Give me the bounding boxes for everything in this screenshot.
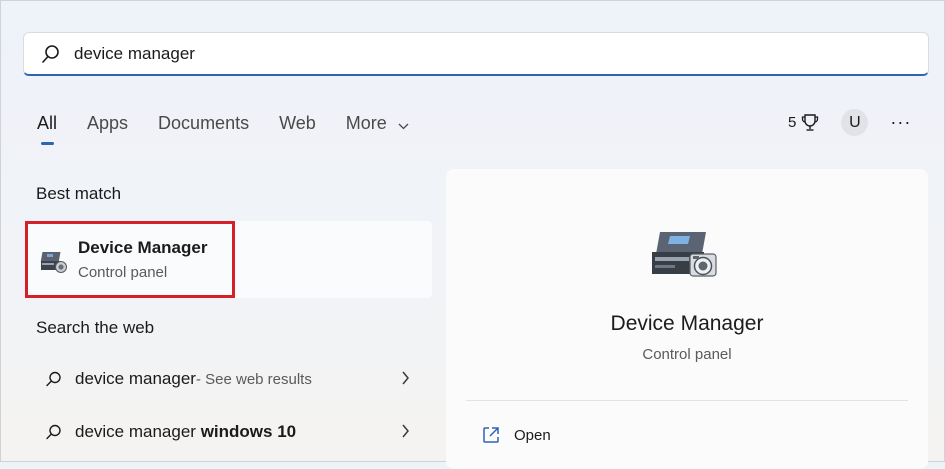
detail-subtitle: Control panel bbox=[642, 346, 732, 363]
header-right: 5 U ··· bbox=[788, 109, 911, 136]
filter-tabs: All Apps Documents Web More bbox=[37, 113, 439, 146]
trophy-icon bbox=[801, 113, 819, 133]
chevron-right-icon bbox=[401, 424, 410, 443]
open-action[interactable]: Open bbox=[482, 426, 551, 444]
rewards-points[interactable]: 5 bbox=[788, 113, 819, 133]
web-result-row[interactable]: device manager - See web results bbox=[25, 359, 432, 399]
tab-all[interactable]: All bbox=[37, 113, 57, 146]
device-manager-icon bbox=[648, 224, 724, 291]
search-input[interactable] bbox=[74, 43, 894, 64]
web-result-hint: - See web results bbox=[195, 370, 312, 388]
avatar[interactable]: U bbox=[841, 109, 869, 136]
best-match-heading: Best match bbox=[36, 184, 122, 203]
best-match-item[interactable]: Device Manager Control panel bbox=[25, 221, 432, 298]
more-options-icon[interactable]: ··· bbox=[890, 112, 911, 133]
search-web-heading: Search the web bbox=[36, 318, 155, 337]
device-manager-icon bbox=[39, 249, 69, 280]
detail-pane: Device Manager Control panel Open bbox=[446, 169, 928, 469]
rewards-count: 5 bbox=[788, 114, 797, 131]
tab-web[interactable]: Web bbox=[279, 113, 316, 134]
open-external-icon bbox=[482, 426, 500, 444]
chevron-down-icon bbox=[398, 114, 409, 135]
web-result-text: device manager bbox=[75, 422, 201, 441]
tab-apps[interactable]: Apps bbox=[87, 113, 128, 134]
tab-documents[interactable]: Documents bbox=[158, 113, 249, 134]
search-box[interactable] bbox=[23, 32, 929, 76]
detail-title: Device Manager bbox=[610, 312, 764, 335]
web-result-bold-suffix: windows 10 bbox=[200, 422, 297, 441]
tab-more[interactable]: More bbox=[346, 113, 409, 135]
chevron-right-icon bbox=[401, 371, 410, 390]
open-action-label: Open bbox=[514, 426, 551, 444]
search-icon bbox=[45, 423, 63, 441]
search-icon bbox=[40, 42, 64, 66]
web-result-text: device manager bbox=[75, 369, 196, 388]
detail-divider bbox=[466, 400, 908, 401]
tab-more-label: More bbox=[345, 113, 387, 133]
best-match-title: Device Manager bbox=[78, 238, 208, 257]
web-result-row[interactable]: device manager windows 10 bbox=[25, 412, 432, 452]
best-match-subtitle: Control panel bbox=[78, 264, 168, 281]
search-icon bbox=[45, 370, 63, 388]
